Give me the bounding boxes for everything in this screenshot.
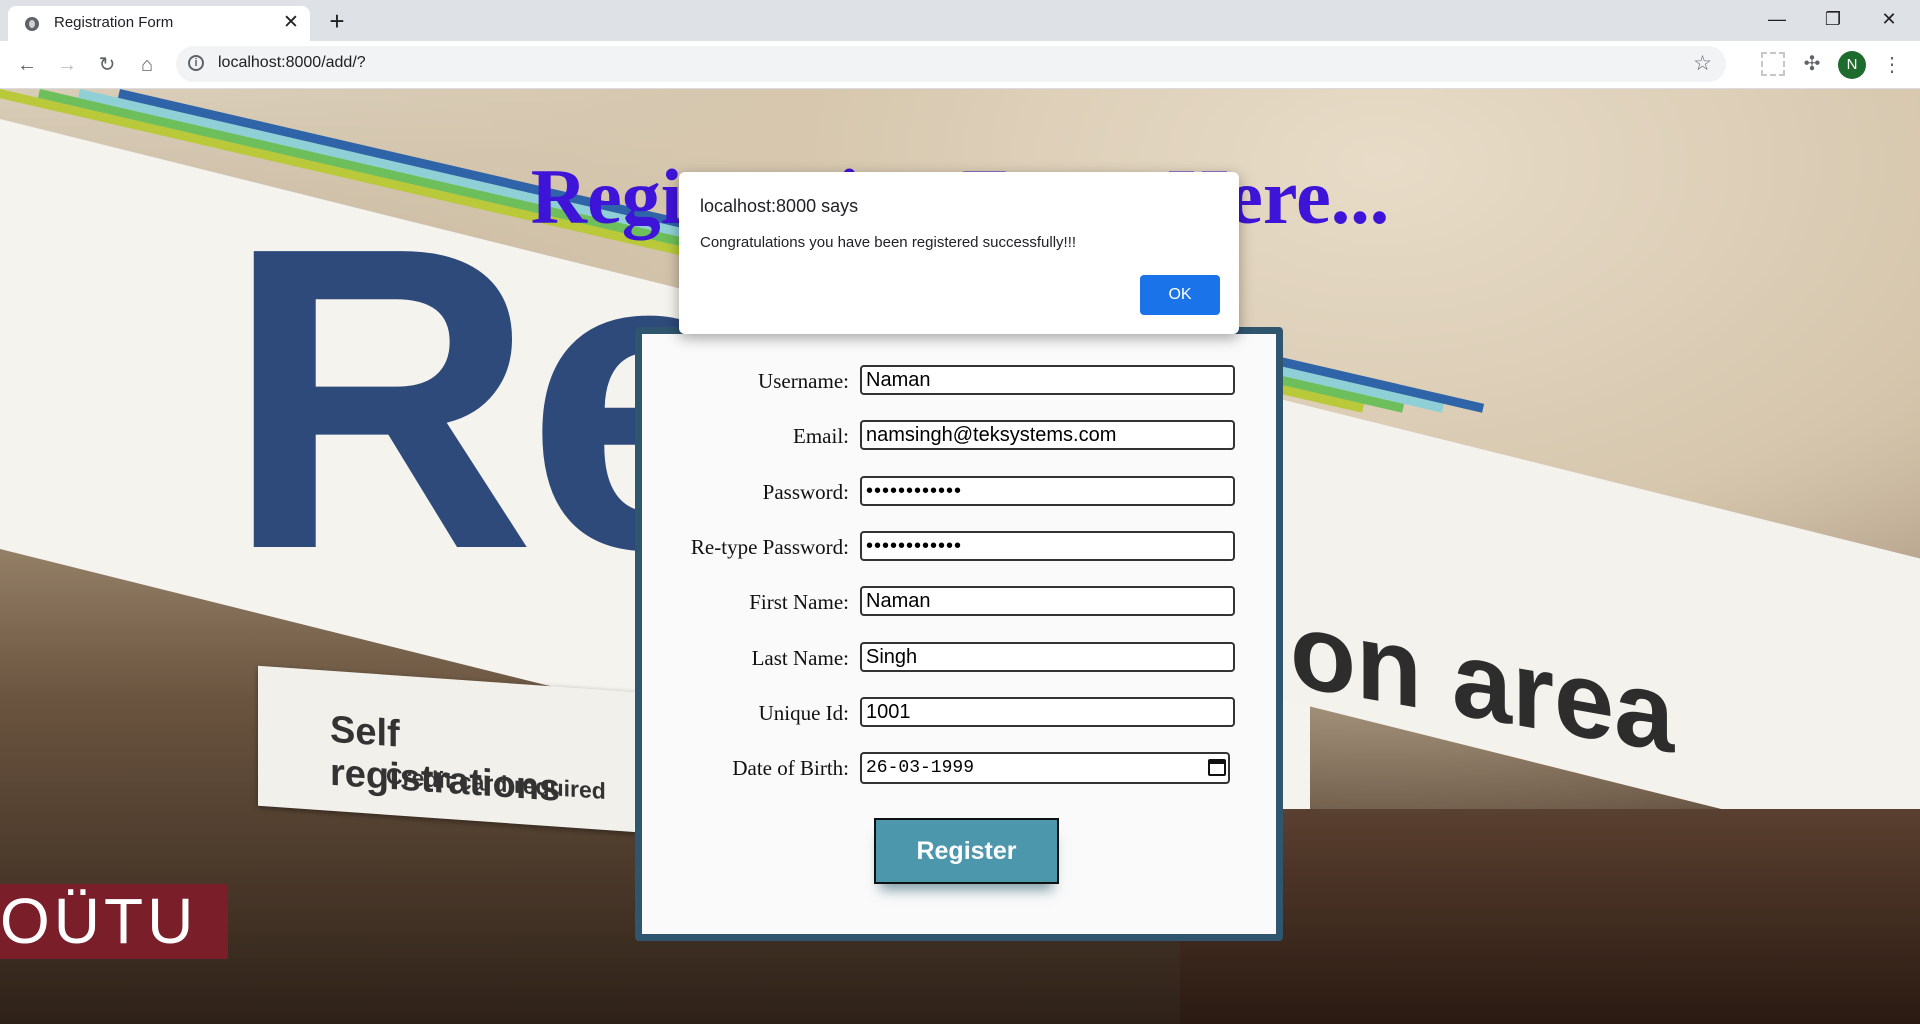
browser-tab[interactable]: Registration Form ✕ bbox=[8, 6, 310, 41]
bookmark-star-icon[interactable]: ☆ bbox=[1693, 51, 1712, 76]
alert-dialog: localhost:8000 says Congratulations you … bbox=[679, 172, 1239, 334]
password-label: Password: bbox=[762, 480, 849, 504]
date-of-birth-label: Date of Birth: bbox=[732, 756, 849, 780]
browser-toolbar: ← → ↻ ⌂ i localhost:8000/add/? ☆ ✣ N ⋮ bbox=[0, 41, 1920, 89]
url-text[interactable]: localhost:8000/add/? bbox=[218, 54, 366, 72]
date-of-birth-input[interactable] bbox=[860, 752, 1230, 784]
restore-button[interactable]: ❐ bbox=[1810, 0, 1856, 41]
form-row-unique-id: Unique Id: bbox=[642, 697, 1276, 731]
site-info-icon[interactable]: i bbox=[188, 55, 204, 71]
extension-icon[interactable] bbox=[1761, 52, 1785, 76]
window-close-button[interactable]: ✕ bbox=[1866, 0, 1912, 41]
first-name-input[interactable] bbox=[860, 586, 1235, 616]
globe-icon bbox=[25, 17, 39, 31]
minimize-button[interactable]: — bbox=[1754, 0, 1800, 41]
reload-icon[interactable]: ↻ bbox=[93, 51, 121, 79]
retype-password-label: Re-type Password: bbox=[690, 535, 849, 559]
dialog-message: Congratulations you have been registered… bbox=[700, 234, 1077, 251]
background-self-registration-sign: Self registrations Credit card required bbox=[258, 665, 638, 833]
puzzle-extensions-icon[interactable]: ✣ bbox=[1800, 52, 1824, 76]
form-row-first-name: First Name: bbox=[642, 586, 1276, 620]
profile-avatar[interactable]: N bbox=[1838, 51, 1866, 79]
unique-id-label: Unique Id: bbox=[758, 701, 849, 725]
tab-title: Registration Form bbox=[54, 14, 174, 31]
password-input[interactable] bbox=[860, 476, 1235, 506]
username-label: Username: bbox=[758, 369, 849, 393]
email-label: Email: bbox=[793, 424, 849, 448]
dialog-ok-button[interactable]: OK bbox=[1140, 275, 1220, 315]
form-row-email: Email: bbox=[642, 420, 1276, 454]
email-input[interactable] bbox=[860, 420, 1235, 450]
last-name-input[interactable] bbox=[860, 642, 1235, 672]
registration-form: Username: Email: Password: Re-type Passw… bbox=[635, 327, 1283, 941]
background-crowd bbox=[1180, 809, 1920, 1024]
forward-arrow-icon[interactable]: → bbox=[53, 51, 81, 79]
form-row-password: Password: bbox=[642, 476, 1276, 510]
new-tab-button[interactable]: + bbox=[323, 7, 351, 35]
page-background: Re on area Self registrations Credit car… bbox=[0, 89, 1920, 1024]
browser-menu-icon[interactable]: ⋮ bbox=[1882, 51, 1902, 79]
back-arrow-icon[interactable]: ← bbox=[13, 51, 41, 79]
retype-password-input[interactable] bbox=[860, 531, 1235, 561]
form-row-last-name: Last Name: bbox=[642, 642, 1276, 676]
address-bar[interactable]: i localhost:8000/add/? ☆ bbox=[176, 46, 1726, 82]
form-row-retype-password: Re-type Password: bbox=[642, 531, 1276, 565]
tab-close-icon[interactable]: ✕ bbox=[280, 12, 302, 34]
first-name-label: First Name: bbox=[749, 590, 849, 614]
tab-bar: Registration Form ✕ + — ❐ ✕ bbox=[0, 0, 1920, 41]
dialog-origin: localhost:8000 says bbox=[700, 196, 859, 216]
calendar-icon[interactable] bbox=[1208, 759, 1226, 776]
register-button[interactable]: Register bbox=[874, 818, 1059, 884]
form-row-date-of-birth: Date of Birth: bbox=[642, 752, 1276, 786]
username-input[interactable] bbox=[860, 365, 1235, 395]
unique-id-input[interactable] bbox=[860, 697, 1235, 727]
home-icon[interactable]: ⌂ bbox=[133, 51, 161, 79]
form-row-username: Username: bbox=[642, 365, 1276, 399]
last-name-label: Last Name: bbox=[751, 646, 849, 670]
background-store-sign: OÜTU bbox=[0, 884, 228, 959]
